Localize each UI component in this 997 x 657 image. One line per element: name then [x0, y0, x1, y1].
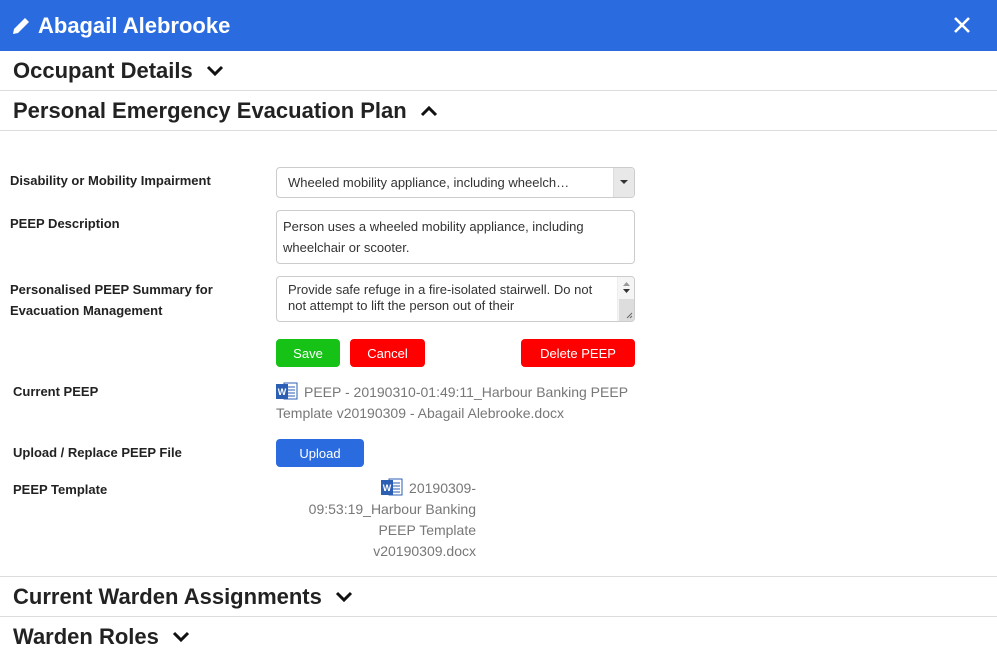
current-peep-file[interactable]: W PEEP - 20190310-01:49:11_Harbour Bankin… — [276, 381, 646, 424]
pencil-icon — [10, 15, 32, 37]
chevron-down-icon — [205, 64, 225, 78]
disability-select[interactable]: Wheeled mobility appliance, including wh… — [276, 167, 635, 198]
section-peep[interactable]: Personal Emergency Evacuation Plan — [0, 91, 997, 131]
chevron-down-icon — [171, 630, 191, 644]
close-icon[interactable] — [949, 12, 975, 38]
section-title: Personal Emergency Evacuation Plan — [13, 97, 407, 123]
current-peep-filename[interactable]: PEEP - 20190310-01:49:11_Harbour Banking… — [276, 384, 628, 421]
chevron-down-icon — [334, 590, 354, 604]
chevron-up-icon — [419, 104, 439, 118]
description-label: PEEP Description — [10, 216, 120, 231]
scrollbar[interactable] — [617, 277, 634, 321]
word-doc-icon: W — [276, 381, 298, 401]
word-doc-icon: W — [381, 477, 403, 497]
summary-text: Provide safe refuge in a fire-isolated s… — [288, 282, 593, 313]
section-title: Warden Roles — [13, 624, 159, 649]
section-title: Occupant Details — [13, 57, 193, 83]
svg-text:W: W — [383, 483, 392, 493]
save-button[interactable]: Save — [276, 339, 340, 367]
caret-down-icon[interactable] — [613, 168, 634, 197]
delete-peep-button[interactable]: Delete PEEP — [521, 339, 635, 367]
template-filename-line[interactable]: PEEP Template — [276, 520, 476, 541]
peep-template-label: PEEP Template — [13, 482, 108, 497]
summary-textarea[interactable]: Provide safe refuge in a fire-isolated s… — [276, 276, 635, 322]
upload-label: Upload / Replace PEEP File — [13, 445, 182, 460]
cancel-button[interactable]: Cancel — [350, 339, 425, 367]
description-textarea[interactable]: Person uses a wheeled mobility appliance… — [276, 210, 635, 264]
peep-template-file[interactable]: W 20190309- 09:53:19_Harbour Banking PEEP… — [276, 477, 476, 562]
section-warden-assignments[interactable]: Current Warden Assignments — [0, 577, 997, 617]
section-title: Current Warden Assignments — [13, 583, 322, 609]
peep-panel: Disability or Mobility Impairment Wheele… — [0, 131, 997, 577]
disability-label: Disability or Mobility Impairment — [10, 173, 211, 188]
modal-header: Abagail Alebrooke — [0, 0, 997, 51]
summary-label: Personalised PEEP Summary for Evacuation… — [10, 282, 213, 318]
template-filename-line[interactable]: 09:53:19_Harbour Banking — [276, 499, 476, 520]
modal-title: Abagail Alebrooke — [38, 12, 231, 38]
upload-button[interactable]: Upload — [276, 439, 364, 467]
current-peep-label: Current PEEP — [13, 384, 99, 399]
disability-value: Wheeled mobility appliance, including wh… — [288, 175, 570, 190]
section-occupant-details[interactable]: Occupant Details — [0, 51, 997, 91]
svg-text:W: W — [278, 387, 287, 397]
template-filename-line[interactable]: 20190309- — [409, 480, 476, 496]
section-warden-roles[interactable]: Warden Roles — [0, 617, 997, 657]
template-filename-line[interactable]: v20190309.docx — [276, 541, 476, 562]
